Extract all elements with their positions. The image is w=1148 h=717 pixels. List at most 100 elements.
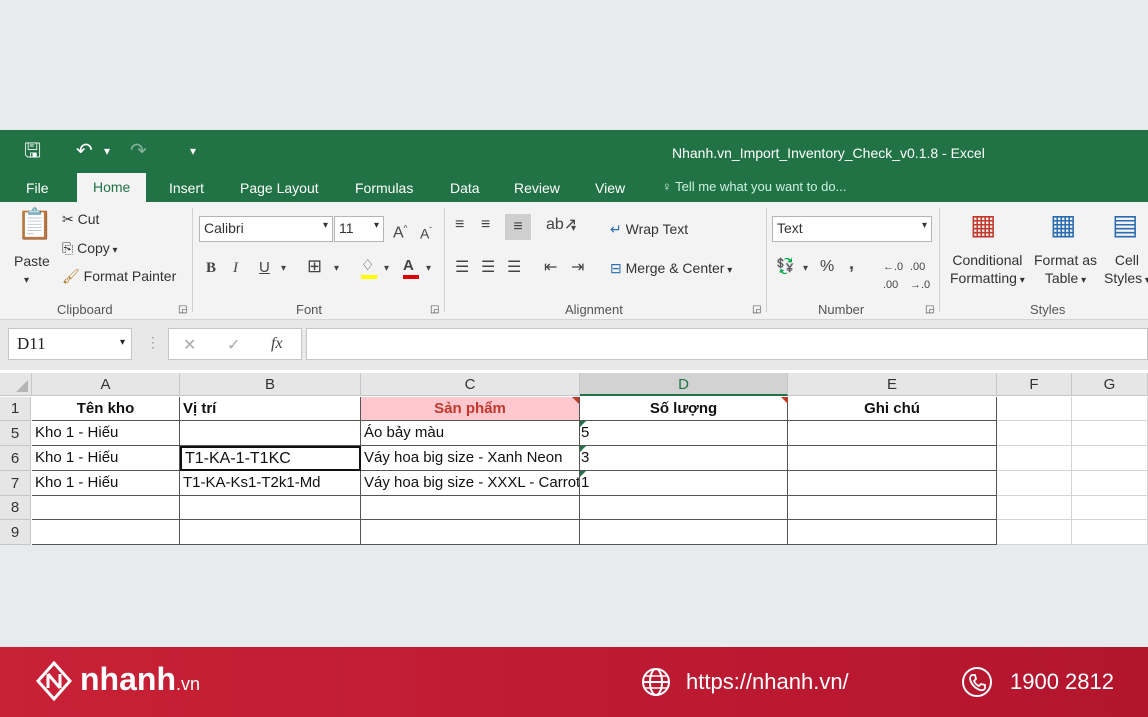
underline-button[interactable]: U: [259, 259, 270, 277]
comma-button[interactable]: ,: [849, 254, 854, 272]
customize-qa-icon[interactable]: ▾: [190, 140, 196, 162]
cell-c7[interactable]: Váy hoa big size - XXXL - Carrot: [361, 471, 580, 496]
phone-number[interactable]: 1900 2812: [1010, 669, 1114, 695]
cell-styles-icon[interactable]: ▤: [1112, 210, 1138, 240]
cell-a9[interactable]: [32, 520, 180, 545]
align-middle-icon[interactable]: ≡: [481, 216, 490, 234]
cell-f7[interactable]: [997, 471, 1072, 496]
cell-b8[interactable]: [180, 496, 361, 520]
paste-icon[interactable]: 📋: [16, 210, 53, 240]
decrease-decimal-icon[interactable]: .00 →.0: [910, 258, 930, 294]
column-header-a[interactable]: A: [32, 373, 180, 396]
cell-g5[interactable]: [1072, 421, 1148, 446]
save-icon[interactable]: 🖫: [24, 140, 41, 162]
column-header-b[interactable]: B: [180, 373, 361, 396]
column-header-c[interactable]: C: [361, 373, 580, 396]
cell-e5[interactable]: [788, 421, 997, 446]
cell-b7[interactable]: T1-KA-Ks1-T2k1-Md: [180, 471, 361, 496]
cell-a6[interactable]: Kho 1 - Hiếu: [32, 446, 180, 471]
row-header[interactable]: 5: [0, 421, 31, 446]
conditional-formatting-button[interactable]: Conditional Formatting ▾: [950, 251, 1025, 290]
number-launcher-icon[interactable]: ◲: [925, 301, 934, 319]
undo-icon[interactable]: ↶: [76, 140, 93, 162]
shrink-font-icon[interactable]: Aˇ: [420, 222, 432, 243]
tell-me-search[interactable]: ♀ Tell me what you want to do...: [662, 179, 846, 194]
cell-c6[interactable]: Váy hoa big size - Xanh Neon: [361, 446, 580, 471]
cell-f6[interactable]: [997, 446, 1072, 471]
cell-b1[interactable]: Vị trí: [180, 397, 361, 421]
cell-d7[interactable]: 1: [580, 471, 788, 496]
tab-formulas[interactable]: Formulas: [351, 178, 417, 198]
conditional-formatting-icon[interactable]: ▦: [970, 210, 996, 240]
decrease-indent-icon[interactable]: ⇤: [544, 259, 557, 277]
row-header[interactable]: 8: [0, 496, 31, 520]
align-left-icon[interactable]: ☰: [455, 259, 469, 277]
cell-f5[interactable]: [997, 421, 1072, 446]
tab-file[interactable]: File: [22, 178, 53, 198]
paste-button[interactable]: Paste: [14, 252, 50, 270]
orientation-dropdown-icon[interactable]: ▾: [571, 220, 576, 238]
percent-button[interactable]: %: [820, 258, 834, 276]
cell-a1[interactable]: Tên kho: [32, 397, 180, 421]
cell-e6[interactable]: [788, 446, 997, 471]
align-bottom-icon[interactable]: ≡: [505, 214, 531, 240]
website-link[interactable]: https://nhanh.vn/: [686, 669, 849, 695]
format-as-table-icon[interactable]: ▦: [1050, 210, 1076, 240]
number-format-select[interactable]: Text ▾: [772, 216, 932, 242]
font-size-select[interactable]: 11 ▾: [334, 216, 384, 242]
alignment-launcher-icon[interactable]: ◲: [752, 301, 761, 319]
cell-g6[interactable]: [1072, 446, 1148, 471]
cell-a5[interactable]: Kho 1 - Hiếu: [32, 421, 180, 446]
increase-indent-icon[interactable]: ⇥: [571, 259, 584, 277]
enter-icon[interactable]: ✓: [227, 335, 240, 355]
font-launcher-icon[interactable]: ◲: [430, 301, 439, 319]
cell-d6[interactable]: 3: [580, 446, 788, 471]
accounting-dropdown-icon[interactable]: ▾: [803, 260, 808, 278]
format-as-table-button[interactable]: Format as Table ▾: [1034, 251, 1097, 290]
wrap-text-button[interactable]: ↵ Wrap Text: [610, 220, 688, 238]
cell-e1[interactable]: Ghi chú: [788, 397, 997, 421]
cell-d8[interactable]: [580, 496, 788, 520]
font-color-icon[interactable]: A: [403, 257, 419, 279]
cell-b9[interactable]: [180, 520, 361, 545]
name-box[interactable]: D11 ▾: [8, 328, 132, 360]
fill-color-icon[interactable]: ♢: [361, 257, 377, 279]
cell-g9[interactable]: [1072, 520, 1148, 545]
align-right-icon[interactable]: ☰: [507, 259, 521, 277]
italic-button[interactable]: I: [233, 259, 238, 277]
cell-d9[interactable]: [580, 520, 788, 545]
cell-d1[interactable]: Số lượng: [580, 397, 788, 421]
format-painter-button[interactable]: 🖌 Format Painter: [62, 267, 176, 285]
cell-b5[interactable]: [180, 421, 361, 446]
cell-f9[interactable]: [997, 520, 1072, 545]
row-header[interactable]: 9: [0, 520, 31, 545]
cell-d5[interactable]: 5: [580, 421, 788, 446]
row-header[interactable]: 1: [0, 397, 31, 421]
cell-c9[interactable]: [361, 520, 580, 545]
row-header[interactable]: 6: [0, 446, 31, 471]
cell-f1[interactable]: [997, 397, 1072, 421]
cell-a7[interactable]: Kho 1 - Hiếu: [32, 471, 180, 496]
grow-font-icon[interactable]: A^: [393, 220, 407, 242]
accounting-format-icon[interactable]: 💱: [776, 258, 795, 276]
select-all-corner[interactable]: [0, 373, 32, 396]
cell-c5[interactable]: Áo bảy màu: [361, 421, 580, 446]
borders-icon[interactable]: ⊞: [307, 257, 322, 275]
font-color-dropdown-icon[interactable]: ▾: [426, 260, 431, 278]
cell-e8[interactable]: [788, 496, 997, 520]
cell-a8[interactable]: [32, 496, 180, 520]
column-header-e[interactable]: E: [788, 373, 997, 396]
cell-c1[interactable]: Sản phẩm: [361, 397, 580, 421]
cell-b6[interactable]: T1-KA-1-T1KC: [180, 446, 361, 471]
formula-input[interactable]: [306, 328, 1148, 360]
tab-data[interactable]: Data: [446, 178, 484, 198]
font-name-select[interactable]: Calibri ▾: [199, 216, 333, 242]
column-header-d[interactable]: D: [580, 373, 788, 396]
paste-dropdown-icon[interactable]: ▾: [24, 272, 29, 290]
tab-page-layout[interactable]: Page Layout: [236, 178, 323, 198]
cell-e9[interactable]: [788, 520, 997, 545]
underline-dropdown-icon[interactable]: ▾: [281, 260, 286, 278]
increase-decimal-icon[interactable]: ←.0.00: [883, 258, 903, 294]
merge-center-button[interactable]: ⊟ Merge & Center ▾: [610, 259, 732, 280]
cell-styles-button[interactable]: Cell Styles ▾: [1104, 251, 1148, 290]
